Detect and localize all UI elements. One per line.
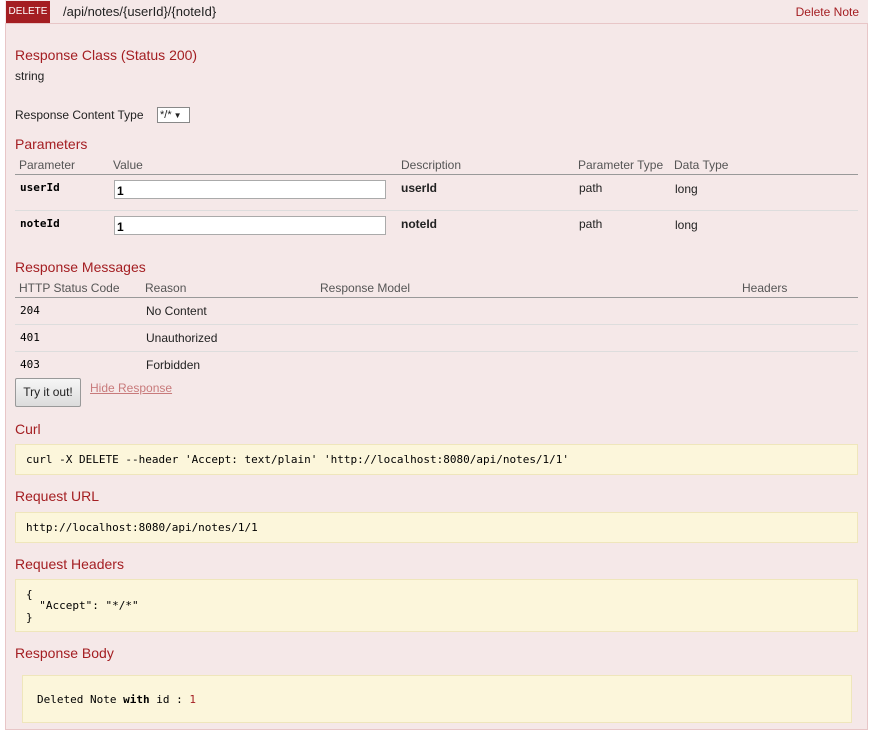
param-header-parameter-type: Parameter Type [578, 158, 664, 172]
msg-header-reason: Reason [145, 281, 187, 295]
param-header-description: Description [401, 158, 462, 172]
request-headers-accept-line: "Accept": "*/*" [26, 599, 139, 612]
response-class-title: Response Class (Status 200) [15, 47, 198, 63]
status-code-401: 401 [20, 331, 40, 344]
response-body-title: Response Body [15, 645, 114, 661]
msg-row-divider [15, 324, 858, 325]
curl-code-block: curl -X DELETE --header 'Accept: text/pl… [15, 444, 858, 475]
response-body-middle: id : [149, 693, 190, 706]
operation-summary-link[interactable]: Delete Note [796, 5, 859, 19]
request-headers-close-brace: } [26, 611, 33, 624]
request-url-title: Request URL [15, 488, 100, 504]
response-body-keyword: with [123, 693, 150, 706]
userid-input[interactable] [114, 180, 386, 199]
noteid-input[interactable] [114, 216, 386, 235]
msg-row-divider [15, 351, 858, 352]
param-description-noteid: noteId [401, 217, 437, 231]
request-headers-title: Request Headers [15, 556, 124, 572]
http-method-badge[interactable]: DELETE [6, 1, 50, 23]
param-header-value: Value [113, 158, 143, 172]
msg-header-response-model: Response Model [320, 281, 411, 295]
hide-response-link[interactable]: Hide Response [90, 381, 172, 395]
param-type-noteid: path [579, 217, 603, 231]
chevron-down-icon: ▼ [173, 111, 182, 120]
response-body-text: Deleted Note with id : 1 [37, 693, 196, 706]
content-type-select[interactable]: */* ▼ [157, 107, 190, 123]
content-type-label: Response Content Type [15, 108, 144, 122]
data-type-userid: long [675, 182, 698, 196]
param-description-userid: userId [401, 181, 438, 195]
response-body-code-block: Deleted Note with id : 1 [22, 675, 852, 723]
status-code-204: 204 [20, 304, 40, 317]
param-name-noteid: noteId [20, 217, 60, 230]
response-class-type: string [15, 69, 45, 83]
status-code-403: 403 [20, 358, 40, 371]
data-type-noteid: long [675, 218, 698, 232]
response-body-prefix: Deleted Note [37, 693, 124, 706]
param-header-divider [15, 174, 858, 175]
param-row-divider [15, 210, 858, 211]
request-url-value: http://localhost:8080/api/notes/1/1 [26, 521, 258, 534]
curl-command: curl -X DELETE --header 'Accept: text/pl… [26, 453, 570, 466]
response-body-value: 1 [189, 693, 196, 706]
reason-403: Forbidden [146, 358, 201, 372]
response-messages-title: Response Messages [15, 259, 146, 275]
reason-204: No Content [146, 304, 207, 318]
msg-header-headers: Headers [742, 281, 788, 295]
content-type-selected: */* [160, 109, 172, 121]
msg-header-status-code: HTTP Status Code [19, 281, 120, 295]
endpoint-path[interactable]: /api/notes/{userId}/{noteId} [63, 4, 216, 19]
curl-title: Curl [15, 421, 41, 437]
reason-401: Unauthorized [146, 331, 218, 345]
param-name-userid: userId [20, 181, 60, 194]
param-header-parameter: Parameter [19, 158, 76, 172]
request-headers-code-block: { "Accept": "*/*" } [15, 579, 858, 632]
param-header-data-type: Data Type [674, 158, 729, 172]
parameters-title: Parameters [15, 136, 88, 152]
param-type-userid: path [579, 181, 603, 195]
request-url-code-block: http://localhost:8080/api/notes/1/1 [15, 512, 858, 543]
operation-heading[interactable]: DELETE /api/notes/{userId}/{noteId} Dele… [5, 0, 868, 24]
msg-header-divider [15, 297, 858, 298]
try-it-out-button[interactable]: Try it out! [15, 378, 81, 407]
